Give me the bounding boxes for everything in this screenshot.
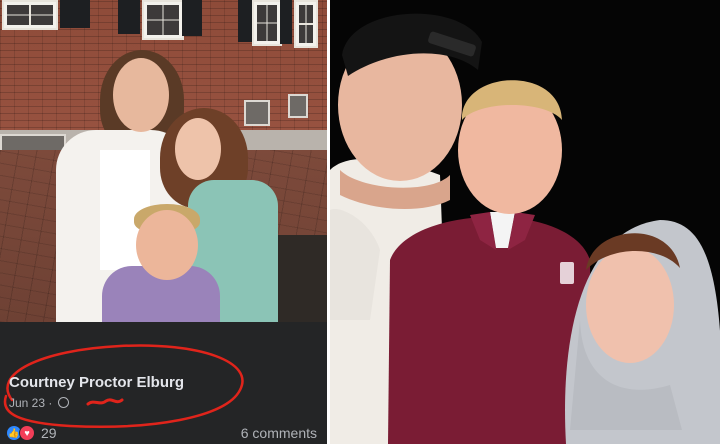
window-shutter xyxy=(182,0,202,36)
left-panel: Courtney Proctor Elburg Jun 23 · 👍 ♥ 29 … xyxy=(0,0,327,444)
basement-window xyxy=(288,94,308,118)
post-date[interactable]: Jun 23 xyxy=(9,396,45,410)
red-scribble-redaction xyxy=(86,398,124,406)
heart-icon: ♥ xyxy=(19,425,35,441)
reactions-summary[interactable]: 👍 ♥ 29 xyxy=(7,424,57,442)
portrait-illustration xyxy=(330,0,720,444)
meta-separator: · xyxy=(48,396,53,410)
globe-icon xyxy=(57,397,69,408)
family-photo xyxy=(0,0,327,322)
window xyxy=(2,0,58,30)
post-author-name[interactable]: Courtney Proctor Elburg xyxy=(9,374,184,391)
window-shutter xyxy=(60,0,90,28)
post-meta: Jun 23 · xyxy=(9,396,69,410)
basement-window xyxy=(244,100,270,126)
portrait-photo xyxy=(330,0,720,444)
window xyxy=(142,0,184,40)
facebook-post-footer: Courtney Proctor Elburg Jun 23 · 👍 ♥ 29 … xyxy=(0,322,327,444)
window-shutter xyxy=(280,0,292,44)
window-shutter xyxy=(238,0,252,42)
image-frame: Courtney Proctor Elburg Jun 23 · 👍 ♥ 29 … xyxy=(0,0,720,444)
comments-link[interactable]: 6 comments xyxy=(241,425,317,441)
window xyxy=(252,0,282,46)
reaction-count: 29 xyxy=(41,425,57,441)
window-shutter xyxy=(118,0,140,34)
window xyxy=(294,0,318,48)
